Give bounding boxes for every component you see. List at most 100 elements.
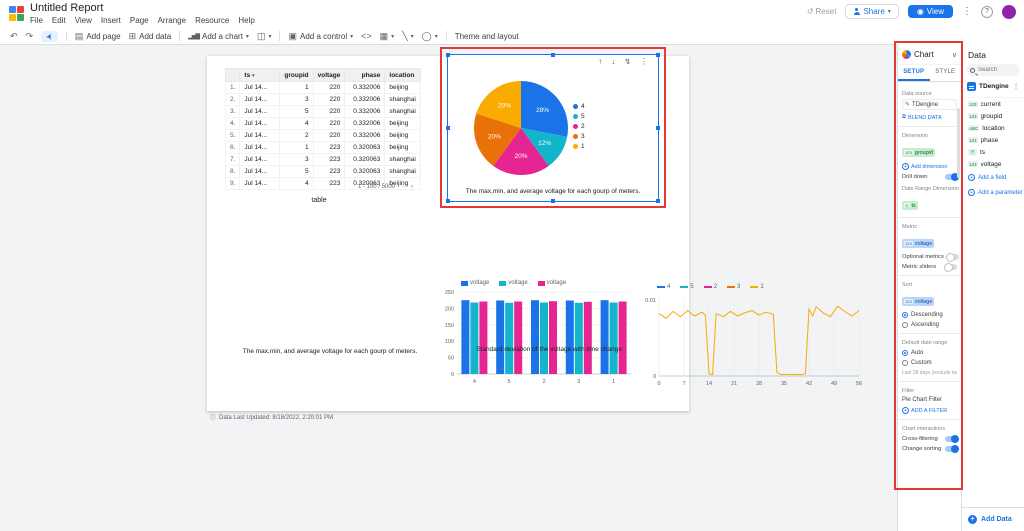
table-row[interactable]: 6.Jul 14...12230.320063beijing — [226, 142, 421, 154]
bar[interactable] — [610, 303, 618, 375]
field-search[interactable] — [966, 64, 1020, 76]
arrow-up-icon[interactable]: ↑ — [598, 57, 602, 66]
column-header-location[interactable]: location — [385, 69, 421, 82]
date-dimension-chip[interactable]: ◷ts — [902, 201, 918, 210]
flash-icon[interactable]: ↯ — [624, 57, 631, 66]
search-input[interactable] — [978, 67, 1016, 73]
resize-handle[interactable] — [656, 199, 660, 203]
bar[interactable] — [584, 302, 592, 374]
cross-filtering-toggle[interactable] — [945, 436, 957, 442]
menu-help[interactable]: Help — [238, 16, 254, 25]
legend-item[interactable]: 5 — [573, 113, 585, 120]
field-groupid[interactable]: 123groupid — [962, 110, 1024, 122]
column-header-ts[interactable]: ts ▾ — [240, 69, 280, 82]
sort-ascending-radio[interactable]: Ascending — [902, 322, 957, 328]
report-title[interactable]: Untitled Report — [30, 2, 103, 14]
metric-chip[interactable]: 123voltage — [902, 239, 934, 248]
resize-handle[interactable] — [446, 126, 450, 130]
bar[interactable] — [601, 300, 609, 374]
bar[interactable] — [619, 302, 627, 375]
datasource-options-icon[interactable]: ⋮ — [1013, 83, 1019, 90]
table-row[interactable]: 5.Jul 14...22200.332006beijing — [226, 130, 421, 142]
chevron-down-icon[interactable]: ∨ — [952, 51, 957, 59]
theme-layout-button[interactable]: Theme and layout — [455, 32, 519, 41]
undo-icon[interactable]: ↶ — [10, 32, 18, 41]
bar[interactable] — [470, 303, 478, 375]
column-header-voltage[interactable]: voltage — [313, 69, 345, 82]
bar-chart-svg[interactable]: 05010015020025045231 — [439, 288, 635, 386]
add-dimension-button[interactable]: +Add dimension — [902, 163, 957, 170]
date-custom-radio[interactable]: Custom — [902, 360, 957, 366]
legend-item[interactable]: 4 — [573, 103, 585, 110]
legend-item[interactable]: 5 — [680, 284, 693, 290]
share-button[interactable]: Share▾ — [845, 4, 898, 19]
date-auto-radio[interactable]: Auto — [902, 350, 957, 356]
add-page-button[interactable]: ▤Add page — [75, 32, 121, 41]
legend-item[interactable]: 2 — [573, 123, 585, 130]
sort-descending-radio[interactable]: Descending — [902, 312, 957, 318]
help-icon[interactable]: ? — [981, 6, 993, 18]
shape-tool[interactable]: ◯▾ — [422, 32, 438, 41]
legend-item[interactable]: 1 — [750, 284, 763, 290]
bar[interactable] — [496, 301, 504, 375]
add-filter-button[interactable]: +ADD A FILTER — [902, 407, 957, 414]
bar[interactable] — [549, 301, 557, 374]
community-viz-button[interactable]: ◫▾ — [257, 32, 272, 41]
resize-handle[interactable] — [656, 126, 660, 130]
add-data-button[interactable]: ⊞Add data — [129, 32, 172, 41]
table-row[interactable]: 7.Jul 14...32230.320063shanghai — [226, 154, 421, 166]
resize-handle[interactable] — [446, 53, 450, 57]
field-location[interactable]: ABClocation — [962, 122, 1024, 134]
scrollbar[interactable] — [957, 108, 960, 178]
menu-arrange[interactable]: Arrange — [158, 16, 186, 25]
bar[interactable] — [505, 303, 513, 374]
table-row[interactable]: 8.Jul 14...52230.320063shanghai — [226, 166, 421, 178]
data-source-selector[interactable]: ✎ TDengine — [902, 99, 957, 110]
legend-item[interactable]: voltage — [499, 280, 527, 286]
bar-chart-component[interactable]: voltage voltage voltage 050100150200250452… — [439, 280, 635, 391]
table-component[interactable]: ts ▾groupidvoltagephaselocation1.Jul 14.… — [225, 68, 421, 190]
field-ts[interactable]: ◷ts — [962, 146, 1024, 158]
menu-resource[interactable]: Resource — [195, 16, 229, 25]
table-row[interactable]: 4.Jul 14...42200.332006beijing — [226, 118, 421, 130]
table-row[interactable]: 3.Jul 14...52200.332006shanghai — [226, 106, 421, 118]
bar[interactable] — [575, 303, 583, 374]
reset-button[interactable]: ↺Reset — [807, 7, 837, 16]
tab-style[interactable]: STYLE — [930, 65, 962, 81]
menu-file[interactable]: File — [30, 16, 43, 25]
bar[interactable] — [540, 303, 548, 375]
change-sorting-toggle[interactable] — [945, 446, 957, 452]
more-options-icon[interactable]: ⋮ — [962, 6, 972, 17]
tab-setup[interactable]: SETUP — [898, 65, 930, 81]
legend-item[interactable]: 2 — [704, 284, 717, 290]
menu-insert[interactable]: Insert — [101, 16, 121, 25]
edit-icon[interactable]: ✎ — [905, 101, 910, 108]
bar[interactable] — [566, 301, 574, 375]
legend-item[interactable]: voltage — [461, 280, 489, 286]
resize-handle[interactable] — [656, 53, 660, 57]
menu-edit[interactable]: Edit — [52, 16, 66, 25]
embed-icon[interactable]: <> — [361, 32, 372, 41]
resize-handle[interactable] — [551, 53, 555, 57]
field-current[interactable]: 123current — [962, 98, 1024, 110]
redo-icon[interactable]: ↷ — [26, 32, 34, 41]
menu-page[interactable]: Page — [130, 16, 149, 25]
legend-item[interactable]: 1 — [573, 143, 585, 150]
legend-item[interactable]: 3 — [573, 133, 585, 140]
legend-item[interactable]: voltage — [538, 280, 566, 286]
view-button[interactable]: ◉View — [908, 5, 953, 18]
image-tool[interactable]: ▦▾ — [380, 32, 395, 41]
line-tool[interactable]: ╲▾ — [402, 32, 413, 41]
legend-item[interactable]: 3 — [727, 284, 740, 290]
optional-metrics-toggle[interactable] — [947, 254, 959, 260]
table-row[interactable]: 1.Jul 14...12200.332006beijing — [226, 82, 421, 94]
prev-page-icon[interactable]: ‹ — [402, 184, 404, 190]
legend-item[interactable]: 4 — [657, 284, 670, 290]
bar[interactable] — [514, 302, 522, 375]
column-header-groupid[interactable]: groupid — [280, 69, 313, 82]
arrow-down-icon[interactable]: ↓ — [611, 57, 615, 66]
add-data-button[interactable]: +Add Data — [962, 507, 1024, 531]
datasource-row[interactable]: TDengine ⋮ — [962, 76, 1024, 98]
app-logo-icon[interactable] — [9, 6, 24, 21]
add-field-button[interactable]: +Add a field — [962, 170, 1024, 185]
